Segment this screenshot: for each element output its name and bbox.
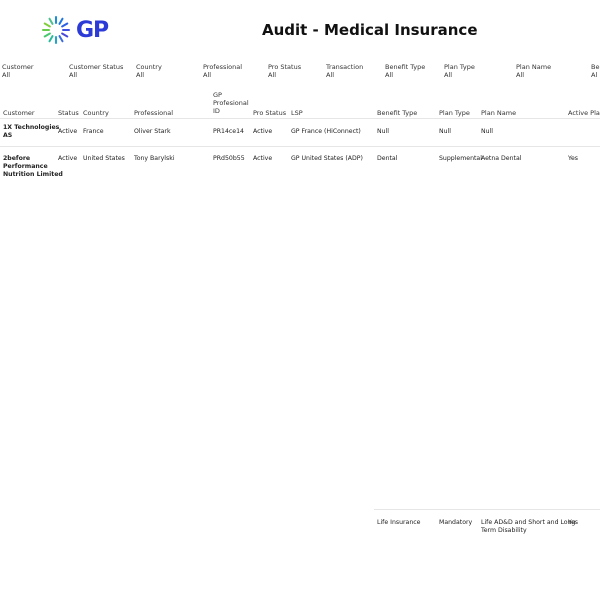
table-row-1-professional: Oliver Stark — [134, 128, 171, 135]
table-row-2b-plan-name: Life AD&D and Short and Long Term Disabi… — [481, 519, 575, 535]
filter-value[interactable]: All — [268, 71, 301, 79]
filter-customer[interactable]: Customer All — [2, 63, 34, 79]
col-header-benefit-type[interactable]: Benefit Type — [377, 109, 417, 117]
filter-customer-status[interactable]: Customer Status All — [69, 63, 123, 79]
table-row-2-gp-id: PRd50b55 — [213, 155, 245, 162]
plan-name-line1: Life AD&D and Short and Long — [481, 519, 576, 526]
row-divider — [0, 146, 600, 147]
filter-label: Benefit Type — [385, 63, 426, 71]
plan-name-line2: Term Disability — [481, 527, 527, 534]
table-row-2b-active-plan: Yes — [568, 519, 578, 526]
customer-line2: Performance — [3, 163, 48, 170]
table-row-1-benefit-type: Null — [377, 128, 389, 135]
col-header-pro-status[interactable]: Pro Status — [253, 109, 286, 117]
sunburst-logo-icon — [42, 16, 70, 44]
filter-country[interactable]: Country All — [136, 63, 162, 79]
filter-pro-status[interactable]: Pro Status All — [268, 63, 301, 79]
filter-value[interactable]: All — [516, 71, 551, 79]
row-divider — [374, 509, 600, 510]
filter-label: Customer — [2, 63, 34, 71]
filter-label: Plan Name — [516, 63, 552, 71]
table-row-1-status: Active — [58, 128, 78, 135]
col-header-gp-id-line1: GP — [213, 91, 222, 99]
col-header-country[interactable]: Country — [83, 109, 109, 117]
table-row-2-country: United States — [83, 155, 125, 162]
table-row-2-pro-status: Active — [253, 155, 273, 162]
filter-label: Pro Status — [268, 63, 302, 71]
col-header-professional[interactable]: Professional — [134, 109, 173, 117]
table-row-1-pro-status: Active — [253, 128, 273, 135]
table-row-2-status: Active — [58, 155, 78, 162]
filter-label: Customer Status — [69, 63, 124, 71]
col-header-plan-type[interactable]: Plan Type — [439, 109, 470, 117]
table-row-2-active-plan: Yes — [568, 155, 578, 162]
filter-benefit-type[interactable]: Benefit Type All — [385, 63, 425, 79]
table-row-2b-plan-type: Mandatory — [439, 519, 473, 526]
filter-value[interactable]: Al — [591, 71, 599, 79]
filter-label: Country — [136, 63, 162, 71]
filter-value[interactable]: All — [385, 71, 425, 79]
table-row-1-customer[interactable]: 1X Technologies AS — [3, 124, 59, 140]
page-title: Audit - Medical Insurance — [262, 21, 478, 39]
filter-benefit-cutoff[interactable]: Be Al — [591, 63, 599, 79]
table-row-1-plan-name: Null — [481, 128, 493, 135]
col-header-gp-id[interactable]: GP Profesional ID — [213, 91, 249, 115]
customer-line1: 2before — [3, 155, 31, 162]
table-row-2b-benefit-type: Life Insurance — [377, 519, 421, 526]
table-row-2-professional: Tony Barylski — [134, 155, 175, 162]
logo-text: GP — [76, 17, 109, 43]
table-row-2-plan-type: Supplemental — [439, 155, 482, 162]
filter-value[interactable]: All — [2, 71, 34, 79]
table-row-1-gp-id: PR14ce14 — [213, 128, 244, 135]
row-divider — [0, 118, 600, 119]
filter-value[interactable]: All — [69, 71, 123, 79]
filter-label: Transaction — [326, 63, 364, 71]
table-row-1-country: France — [83, 128, 104, 135]
filter-value[interactable]: All — [326, 71, 363, 79]
filter-plan-type[interactable]: Plan Type All — [444, 63, 475, 79]
customer-line3: Nutrition Limited — [3, 171, 63, 178]
filter-transaction[interactable]: Transaction All — [326, 63, 363, 79]
filter-value[interactable]: All — [444, 71, 475, 79]
col-header-plan-name[interactable]: Plan Name — [481, 109, 516, 117]
filter-professional[interactable]: Professional All — [203, 63, 242, 79]
filter-value[interactable]: All — [136, 71, 162, 79]
table-row-2-lsp: GP United States (ADP) — [291, 155, 363, 162]
filter-plan-name[interactable]: Plan Name All — [516, 63, 551, 79]
col-header-gp-id-line2: Profesional — [213, 99, 249, 107]
filter-label: Plan Type — [444, 63, 475, 71]
col-header-lsp[interactable]: LSP — [291, 109, 303, 117]
customer-line2: AS — [3, 132, 13, 139]
table-row-1-lsp: GP France (HiConnect) — [291, 128, 361, 135]
filter-label: Be — [591, 63, 600, 71]
col-header-customer[interactable]: Customer — [3, 109, 35, 117]
col-header-gp-id-line3: ID — [213, 107, 220, 115]
table-row-1-plan-type: Null — [439, 128, 451, 135]
customer-line1: 1X Technologies — [3, 124, 60, 131]
filter-label: Professional — [203, 63, 243, 71]
filter-value[interactable]: All — [203, 71, 242, 79]
table-row-2-customer[interactable]: 2before Performance Nutrition Limited — [3, 155, 63, 179]
col-header-status[interactable]: Status — [58, 109, 79, 117]
table-row-2-plan-name: Aetna Dental — [481, 155, 522, 162]
gp-logo: GP — [40, 13, 109, 47]
table-row-2-benefit-type: Dental — [377, 155, 398, 162]
col-header-active-plan[interactable]: Active Plan — [568, 109, 600, 117]
